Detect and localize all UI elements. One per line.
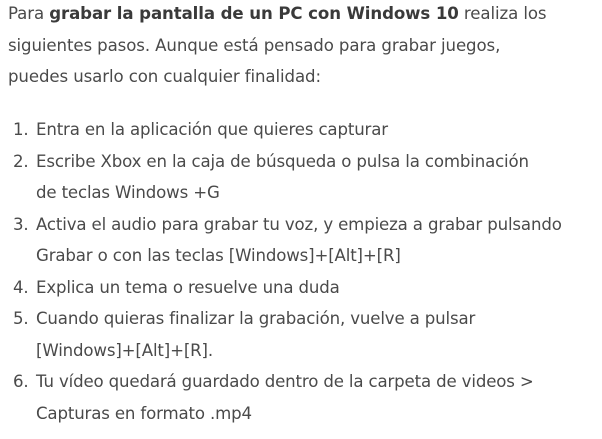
list-item: 3. Activa el audio para grabar tu voz, y… bbox=[8, 209, 602, 272]
step-text-line: Explica un tema o resuelve una duda bbox=[36, 277, 340, 297]
list-item: 1. Entra en la aplicación que quieres ca… bbox=[8, 114, 602, 146]
step-text-line: Grabar o con las teclas [Windows]+[Alt]+… bbox=[36, 246, 401, 265]
step-text-line: de teclas Windows +G bbox=[36, 183, 220, 202]
intro-text-line3: puedes usarlo con cualquier finalidad: bbox=[8, 67, 321, 86]
intro-paragraph: Para grabar la pantalla de un PC con Win… bbox=[8, 0, 598, 93]
step-number: 2. bbox=[13, 151, 29, 171]
step-number: 5. bbox=[13, 309, 29, 328]
list-item: 5. Cuando quieras finalizar la grabación… bbox=[8, 303, 602, 366]
step-text-line: Cuando quieras finalizar la grabación, v… bbox=[36, 309, 476, 328]
step-number: 1. bbox=[13, 120, 29, 139]
step-text-line: Tu vídeo quedará guardado dentro de la c… bbox=[36, 372, 534, 391]
intro-text-line1-end: realiza los bbox=[458, 4, 547, 23]
intro-bold-phrase: grabar la pantalla de un PC con Windows … bbox=[49, 4, 459, 23]
list-item: 6. Tu vídeo quedará guardado dentro de l… bbox=[8, 366, 602, 429]
intro-text-start: Para bbox=[8, 4, 50, 23]
step-text-line: Entra en la aplicación que quieres captu… bbox=[36, 120, 388, 139]
step-number: 4. bbox=[13, 277, 29, 297]
intro-text-line2: siguientes pasos. Aunque está pensado pa… bbox=[8, 35, 501, 55]
article-body: Para grabar la pantalla de un PC con Win… bbox=[0, 0, 602, 439]
list-item: 2. Escribe Xbox en la caja de búsqueda o… bbox=[8, 146, 602, 209]
list-item: 4. Explica un tema o resuelve una duda bbox=[8, 272, 602, 304]
step-text-line: [Windows]+[Alt]+[R]. bbox=[36, 340, 213, 360]
steps-list: 1. Entra en la aplicación que quieres ca… bbox=[8, 114, 602, 429]
step-number: 6. bbox=[13, 372, 29, 391]
step-text-line: Activa el audio para grabar tu voz, y em… bbox=[36, 214, 562, 234]
step-text-line: Capturas en formato .mp4 bbox=[36, 403, 252, 423]
step-number: 3. bbox=[13, 214, 29, 234]
step-text-line: Escribe Xbox en la caja de búsqueda o pu… bbox=[36, 151, 529, 171]
